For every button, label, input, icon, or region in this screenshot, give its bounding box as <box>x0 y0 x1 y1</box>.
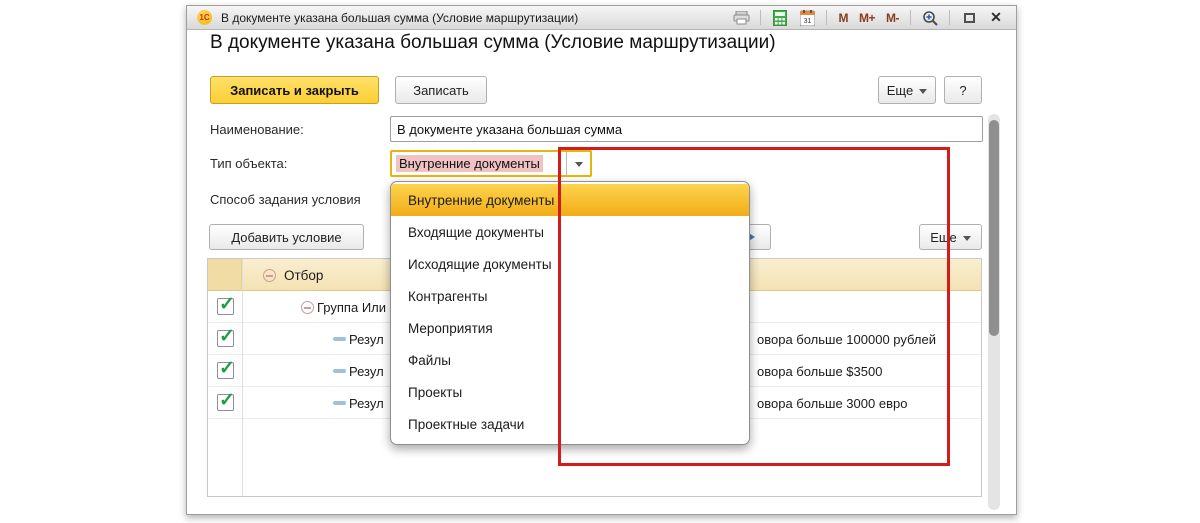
print-icon[interactable] <box>731 9 751 27</box>
help-label: ? <box>959 82 967 98</box>
save-and-close-label: Записать и закрыть <box>230 82 359 98</box>
titlebar-separator <box>826 10 828 25</box>
row-right-text: овора больше 3000 евро <box>757 395 908 411</box>
object-type-dropdown-list[interactable]: Внутренние документы Входящие документы … <box>390 181 750 445</box>
collapse-icon[interactable] <box>263 269 276 282</box>
dash-icon <box>333 369 346 373</box>
row-label: Резул <box>349 363 384 379</box>
titlebar[interactable]: 1С В документе указана большая сумма (Ус… <box>187 6 1016 30</box>
check-icon: ✓ <box>219 390 235 411</box>
scrollbar-thumb[interactable] <box>989 120 999 336</box>
checkbox-column-header <box>208 259 242 290</box>
chevron-down-icon <box>962 235 971 241</box>
check-icon: ✓ <box>219 326 235 347</box>
screenshot-canvas: 1С В документе указана большая сумма (Ус… <box>0 0 1200 523</box>
collapse-icon[interactable] <box>301 301 314 314</box>
more-label: Еще <box>886 82 914 98</box>
dropdown-item[interactable]: Исходящие документы <box>391 248 749 280</box>
row-right-text: овора больше $3500 <box>757 363 883 379</box>
vertical-scrollbar[interactable] <box>988 114 1000 510</box>
object-type-label: Тип объекта: <box>210 156 288 171</box>
row-label: Резул <box>349 395 384 411</box>
row-checkbox[interactable]: ✓ <box>217 294 235 315</box>
titlebar-separator <box>760 10 762 25</box>
save-and-close-button[interactable]: Записать и закрыть <box>210 76 379 104</box>
calculator-icon[interactable] <box>770 9 790 27</box>
calendar-icon[interactable]: 31 <box>797 9 817 27</box>
dropdown-item[interactable]: Проектные задачи <box>391 408 749 440</box>
row-right-text: овора больше 100000 рублей <box>757 331 936 347</box>
row-checkbox[interactable]: ✓ <box>217 326 235 347</box>
more-button-conditions[interactable]: Еще <box>919 224 982 250</box>
more-label: Еще <box>930 229 957 245</box>
row-label: Резул <box>349 331 384 347</box>
row-label: Группа Или <box>317 299 387 315</box>
name-input[interactable] <box>390 116 983 142</box>
dash-icon <box>333 337 346 341</box>
dropdown-item[interactable]: Файлы <box>391 344 749 376</box>
row-checkbox[interactable]: ✓ <box>217 358 235 379</box>
name-field-label: Наименование: <box>210 122 304 137</box>
dropdown-item[interactable]: Контрагенты <box>391 280 749 312</box>
dropdown-item[interactable]: Внутренние документы <box>391 184 749 216</box>
dropdown-item[interactable]: Мероприятия <box>391 312 749 344</box>
memory-m-plus-button[interactable]: M+ <box>857 9 877 27</box>
check-icon: ✓ <box>219 358 235 379</box>
window-title: В документе указана большая сумма (Услов… <box>221 10 579 25</box>
close-icon[interactable]: ✕ <box>986 9 1006 27</box>
dropdown-item[interactable]: Проекты <box>391 376 749 408</box>
object-type-value: Внутренние документы <box>396 155 543 172</box>
chevron-down-icon <box>919 88 928 94</box>
memory-m-minus-button[interactable]: M- <box>884 9 901 27</box>
combo-dropdown-button[interactable] <box>566 152 590 175</box>
more-button-top[interactable]: Еще <box>878 76 936 104</box>
svg-text:31: 31 <box>804 18 812 25</box>
page-title: В документе указана большая сумма (Услов… <box>210 32 776 53</box>
titlebar-separator <box>949 10 950 25</box>
titlebar-separator <box>910 10 911 25</box>
column-separator <box>242 259 243 496</box>
chevron-down-icon <box>574 162 583 167</box>
save-label: Записать <box>413 82 469 98</box>
object-type-combobox[interactable]: Внутренние документы <box>390 150 592 177</box>
save-button[interactable]: Записать <box>395 76 487 104</box>
1c-logo-icon: 1С <box>197 10 212 25</box>
add-condition-button[interactable]: Добавить условие <box>209 224 364 250</box>
maximize-icon[interactable] <box>959 9 979 27</box>
check-icon: ✓ <box>219 294 235 315</box>
memory-m-button[interactable]: M <box>836 9 850 27</box>
condition-method-label: Способ задания условия <box>210 192 361 207</box>
row-checkbox[interactable]: ✓ <box>217 390 235 411</box>
help-button[interactable]: ? <box>944 76 982 104</box>
add-condition-label: Добавить условие <box>231 229 342 245</box>
zoom-in-icon[interactable] <box>920 9 940 27</box>
app-window: 1С В документе указана большая сумма (Ус… <box>186 5 1017 515</box>
dropdown-item[interactable]: Входящие документы <box>391 216 749 248</box>
dash-icon <box>333 401 346 405</box>
